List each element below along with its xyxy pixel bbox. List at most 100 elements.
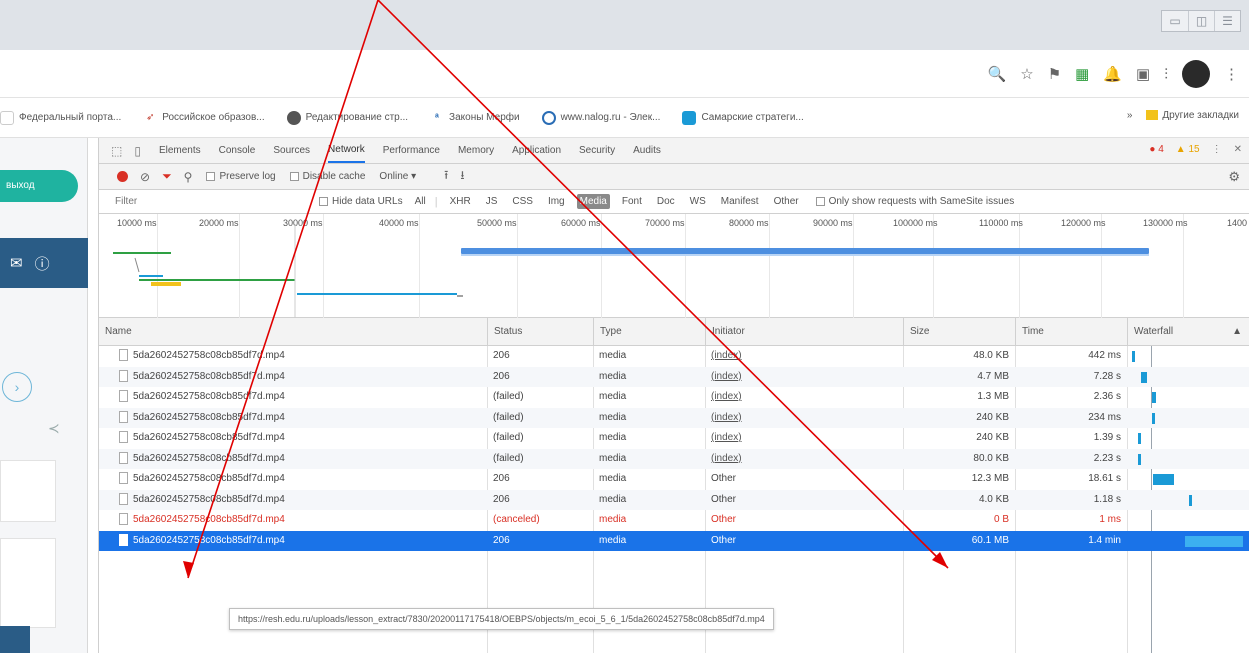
menu-icon[interactable]: ☰ bbox=[1214, 11, 1240, 31]
throttling-select[interactable]: Online ▾ bbox=[379, 171, 416, 182]
table-row[interactable]: 5da2602452758c08cb85df7d.mp4 206 media Othe… bbox=[99, 469, 1249, 490]
filter-type-img[interactable]: Img bbox=[545, 194, 568, 209]
tab-console[interactable]: Console bbox=[219, 139, 256, 162]
filter-type-all[interactable]: All bbox=[412, 194, 429, 209]
chevron-right-icon[interactable]: › bbox=[2, 372, 32, 402]
page-card bbox=[0, 538, 56, 628]
table-row[interactable]: 5da2602452758c08cb85df7d.mp4 (canceled) me… bbox=[99, 510, 1249, 531]
cell-time: 1.4 min bbox=[1015, 531, 1127, 552]
column-time[interactable]: Time bbox=[1015, 318, 1127, 346]
filter-type-other[interactable]: Other bbox=[771, 194, 802, 209]
network-overview[interactable]: 10000 ms 20000 ms 30000 ms 40000 ms 50000 ms… bbox=[99, 214, 1249, 318]
export-har-icon[interactable]: ⭳ bbox=[460, 166, 464, 187]
bookmark-label: www.nalog.ru - Элек... bbox=[560, 112, 661, 123]
table-row[interactable]: 5da2602452758c08cb85df7d.mp4 206 media Othe… bbox=[99, 489, 1249, 510]
reading-list-icon[interactable]: ⫶ bbox=[1164, 66, 1168, 83]
bookmark-item[interactable]: Редактирование стр... bbox=[286, 110, 408, 125]
record-icon[interactable] bbox=[117, 171, 128, 182]
filter-type-media[interactable]: Media bbox=[576, 194, 610, 209]
cell-initiator[interactable]: (index) bbox=[705, 408, 903, 429]
file-icon bbox=[119, 472, 128, 485]
table-row[interactable]: 5da2602452758c08cb85df7d.mp4 (failed) medi… bbox=[99, 387, 1249, 408]
column-initiator[interactable]: Initiator bbox=[705, 318, 903, 346]
table-row[interactable]: 5da2602452758c08cb85df7d.mp4 206 media Othe… bbox=[99, 530, 1249, 552]
filter-type-js[interactable]: JS bbox=[483, 194, 501, 209]
overview-bar bbox=[134, 257, 140, 273]
gear-icon[interactable]: ⚙ bbox=[1228, 169, 1240, 185]
hide-data-urls-checkbox[interactable]: Hide data URLs bbox=[319, 196, 403, 207]
filter-type-font[interactable]: Font bbox=[619, 194, 645, 209]
tab-performance[interactable]: Performance bbox=[383, 139, 440, 162]
zoom-icon[interactable]: 🔍 bbox=[988, 65, 1007, 83]
filter-type-manifest[interactable]: Manifest bbox=[718, 194, 762, 209]
devtools-menu-icon[interactable]: ⋮ bbox=[1212, 144, 1222, 155]
extension-icon[interactable]: ⚑ bbox=[1048, 65, 1061, 83]
same-site-checkbox[interactable]: Only show requests with SameSite issues bbox=[815, 196, 1014, 207]
network-filter-bar: Hide data URLs All | XHR JS CSS Img Medi… bbox=[99, 190, 1249, 214]
tab-sources[interactable]: Sources bbox=[273, 139, 310, 162]
column-status[interactable]: Status bbox=[487, 318, 593, 346]
column-waterfall[interactable]: Waterfall ▲ bbox=[1127, 318, 1249, 346]
disable-cache-checkbox[interactable]: Disable cache bbox=[289, 171, 365, 182]
cell-initiator[interactable]: (index) bbox=[705, 346, 903, 367]
share-icon[interactable]: ≺ bbox=[48, 420, 60, 437]
bookmark-item[interactable]: ➶ Российское образов... bbox=[143, 111, 265, 125]
import-har-icon[interactable]: ⭱ bbox=[444, 166, 448, 187]
cell-initiator[interactable]: (index) bbox=[705, 387, 903, 408]
filter-type-ws[interactable]: WS bbox=[687, 194, 709, 209]
bookmark-item[interactable]: Федеральный порта... bbox=[0, 110, 121, 125]
extension-box-icon[interactable]: ▣ bbox=[1136, 65, 1150, 83]
help-icon[interactable]: ⓘ bbox=[35, 253, 50, 274]
search-icon[interactable]: ⚲ bbox=[184, 170, 193, 184]
bookmark-item[interactable]: Самарские стратеги... bbox=[682, 110, 804, 125]
bookmarks-overflow-icon[interactable]: » bbox=[1127, 110, 1133, 121]
exit-button[interactable]: выход bbox=[0, 170, 78, 202]
minimize-icon[interactable]: ▭ bbox=[1162, 11, 1188, 31]
extension-grid-icon[interactable]: ▦ bbox=[1075, 65, 1089, 83]
cell-initiator-text: (index) bbox=[711, 432, 742, 443]
column-type[interactable]: Type bbox=[593, 318, 705, 346]
other-bookmarks[interactable]: Другие закладки bbox=[1146, 110, 1239, 121]
tab-security[interactable]: Security bbox=[579, 139, 615, 162]
filter-type-css[interactable]: CSS bbox=[509, 194, 536, 209]
tab-application[interactable]: Application bbox=[512, 139, 561, 162]
filter-icon[interactable]: ⏷ bbox=[162, 169, 172, 184]
device-toolbar-icon[interactable]: ▯ bbox=[134, 144, 141, 158]
file-icon bbox=[119, 533, 128, 546]
inspect-element-icon[interactable]: ⬚ bbox=[111, 144, 122, 158]
tab-elements[interactable]: Elements bbox=[159, 139, 201, 162]
bookmark-item[interactable]: ᵃ Законы Мерфи bbox=[430, 111, 519, 125]
filter-type-doc[interactable]: Doc bbox=[654, 194, 678, 209]
warning-count[interactable]: ▲ 15 bbox=[1176, 144, 1200, 155]
error-count[interactable]: ● 4 bbox=[1149, 144, 1163, 155]
table-row[interactable]: 5da2602452758c08cb85df7d.mp4 206 media (ind… bbox=[99, 366, 1249, 388]
cell-initiator[interactable]: (index) bbox=[705, 428, 903, 449]
table-row[interactable]: 5da2602452758c08cb85df7d.mp4 (failed) medi… bbox=[99, 428, 1249, 449]
mail-icon[interactable]: ✉ bbox=[10, 254, 23, 272]
column-name[interactable]: Name bbox=[99, 318, 487, 346]
more-icon[interactable]: ⋮ bbox=[1224, 65, 1239, 83]
filter-input[interactable] bbox=[115, 192, 315, 211]
tab-memory[interactable]: Memory bbox=[458, 139, 494, 162]
preserve-log-checkbox[interactable]: Preserve log bbox=[206, 171, 276, 182]
restore-icon[interactable]: ◫ bbox=[1188, 11, 1214, 31]
bell-icon[interactable]: 🔔 bbox=[1103, 65, 1122, 83]
close-icon[interactable]: ✕ bbox=[1234, 144, 1242, 155]
filter-type-xhr[interactable]: XHR bbox=[447, 194, 474, 209]
avatar[interactable] bbox=[1182, 60, 1210, 88]
cell-time-text: 442 ms bbox=[1088, 350, 1121, 361]
cell-initiator[interactable]: (index) bbox=[705, 449, 903, 470]
cell-time-text: 18.61 s bbox=[1088, 473, 1121, 484]
table-row[interactable]: 5da2602452758c08cb85df7d.mp4 (failed) medi… bbox=[99, 407, 1249, 429]
table-row[interactable]: 5da2602452758c08cb85df7d.mp4 206 media (ind… bbox=[99, 346, 1249, 367]
table-row[interactable]: 5da2602452758c08cb85df7d.mp4 (failed) medi… bbox=[99, 448, 1249, 470]
bookmark-item[interactable]: www.nalog.ru - Элек... bbox=[541, 110, 661, 125]
column-size[interactable]: Size bbox=[903, 318, 1015, 346]
clear-icon[interactable]: ⊘ bbox=[140, 170, 150, 184]
cell-size-text: 60.1 MB bbox=[971, 534, 1009, 546]
requests-table-header: Name Status Type Initiator Size Time Wat… bbox=[99, 318, 1249, 346]
star-icon[interactable]: ☆ bbox=[1020, 65, 1033, 83]
tab-network[interactable]: Network bbox=[328, 138, 365, 163]
cell-initiator[interactable]: (index) bbox=[705, 367, 903, 388]
tab-audits[interactable]: Audits bbox=[633, 139, 661, 162]
